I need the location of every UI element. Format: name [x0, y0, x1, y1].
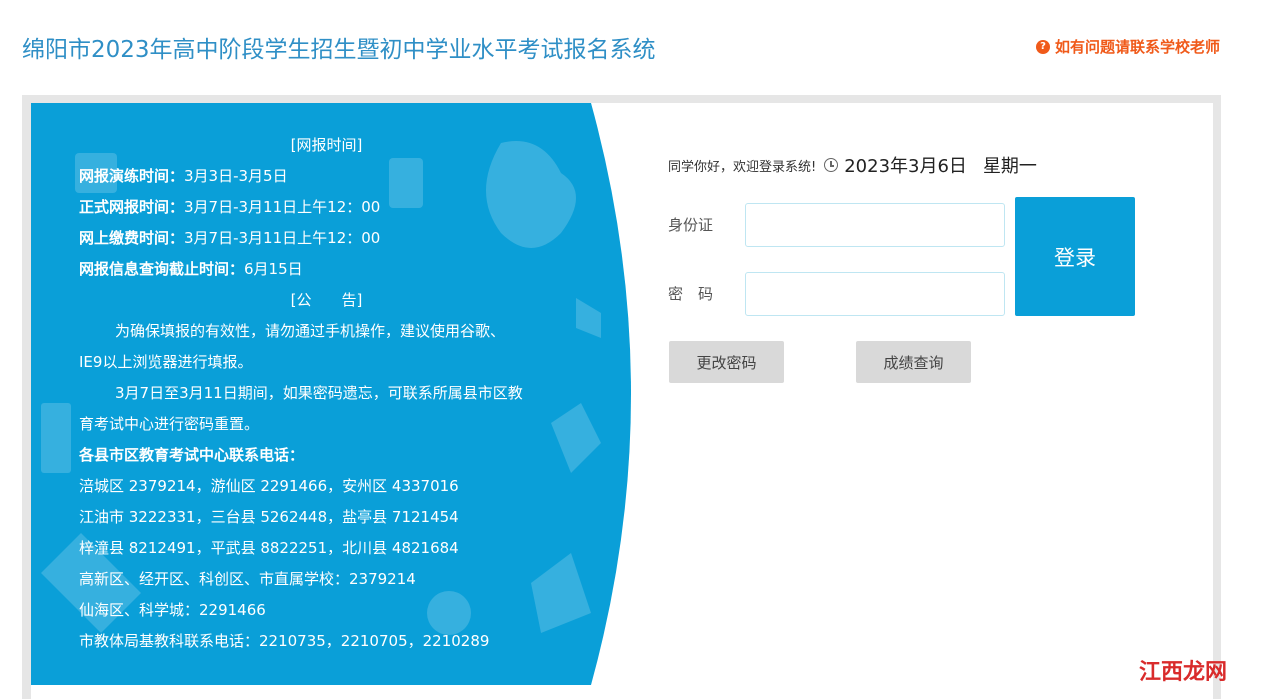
id-input[interactable]: [745, 203, 1005, 247]
help-notice: ? 如有问题请联系学校老师: [1035, 36, 1220, 57]
current-weekday: 星期一: [982, 156, 1037, 177]
phone-line: 江油市 3222331，三台县 5262448，盐亭县 7121454: [79, 508, 459, 526]
page-header: 绵阳市2023年高中阶段学生招生暨初中学业水平考试报名系统 ? 如有问题请联系学…: [0, 0, 1265, 95]
password-label: 密 码: [668, 285, 714, 303]
question-icon: ?: [1035, 39, 1050, 54]
score-query-button[interactable]: 成绩查询: [856, 341, 971, 383]
login-button[interactable]: 登录: [1015, 197, 1135, 316]
notice-content: [网报时间] 网报演练时间：3月3日-3月5日 正式网报时间：3月7日-3月11…: [79, 130, 579, 657]
welcome-row: 同学你好，欢迎登录系统! 2023年3月6日 星期一: [668, 152, 1037, 178]
announcement-text: 育考试中心进行密码重置。: [79, 415, 260, 433]
watermark-logo: 江西龙网: [1138, 660, 1227, 685]
change-password-button[interactable]: 更改密码: [669, 341, 784, 383]
current-date: 2023年3月6日: [844, 156, 967, 177]
phone-line: 涪城区 2379214，游仙区 2291466，安州区 4337016: [79, 477, 459, 495]
announcement-text: 为确保填报的有效性，请勿通过手机操作，建议使用谷歌、: [115, 322, 506, 340]
announcement-text: IE9以上浏览器进行填报。: [79, 353, 253, 371]
phone-line: 高新区、经开区、科创区、市直属学校：2379214: [79, 570, 416, 588]
page-title: 绵阳市2023年高中阶段学生招生暨初中学业水平考试报名系统: [22, 37, 656, 63]
clock-icon: [824, 158, 839, 172]
phone-line: 仙海区、科学城：2291466: [79, 601, 266, 619]
phone-line: 梓潼县 8212491，平武县 8822251，北川县 4821684: [79, 539, 459, 557]
phones-heading: 各县市区教育考试中心联系电话：: [79, 446, 305, 464]
schedule-row: 网上缴费时间：3月7日-3月11日上午12：00: [79, 229, 381, 247]
schedule-row: 网报演练时间：3月3日-3月5日: [79, 167, 288, 185]
notebook-icon: [41, 403, 71, 473]
help-text: 如有问题请联系学校老师: [1054, 38, 1220, 56]
welcome-text: 同学你好，欢迎登录系统!: [668, 159, 817, 175]
phone-line: 市教体局基教科联系电话：2210735，2210705，2210289: [79, 632, 490, 650]
schedule-heading: [网报时间]: [290, 136, 363, 154]
announcement-text: 3月7日至3月11日期间，如果密码遗忘，可联系所属县市区教: [115, 384, 523, 402]
schedule-row: 正式网报时间：3月7日-3月11日上午12：00: [79, 198, 381, 216]
schedule-row: 网报信息查询截止时间：6月15日: [79, 260, 303, 278]
announcement-heading: [公 告]: [290, 291, 363, 309]
id-label: 身份证: [668, 216, 714, 234]
password-input[interactable]: [745, 272, 1005, 316]
